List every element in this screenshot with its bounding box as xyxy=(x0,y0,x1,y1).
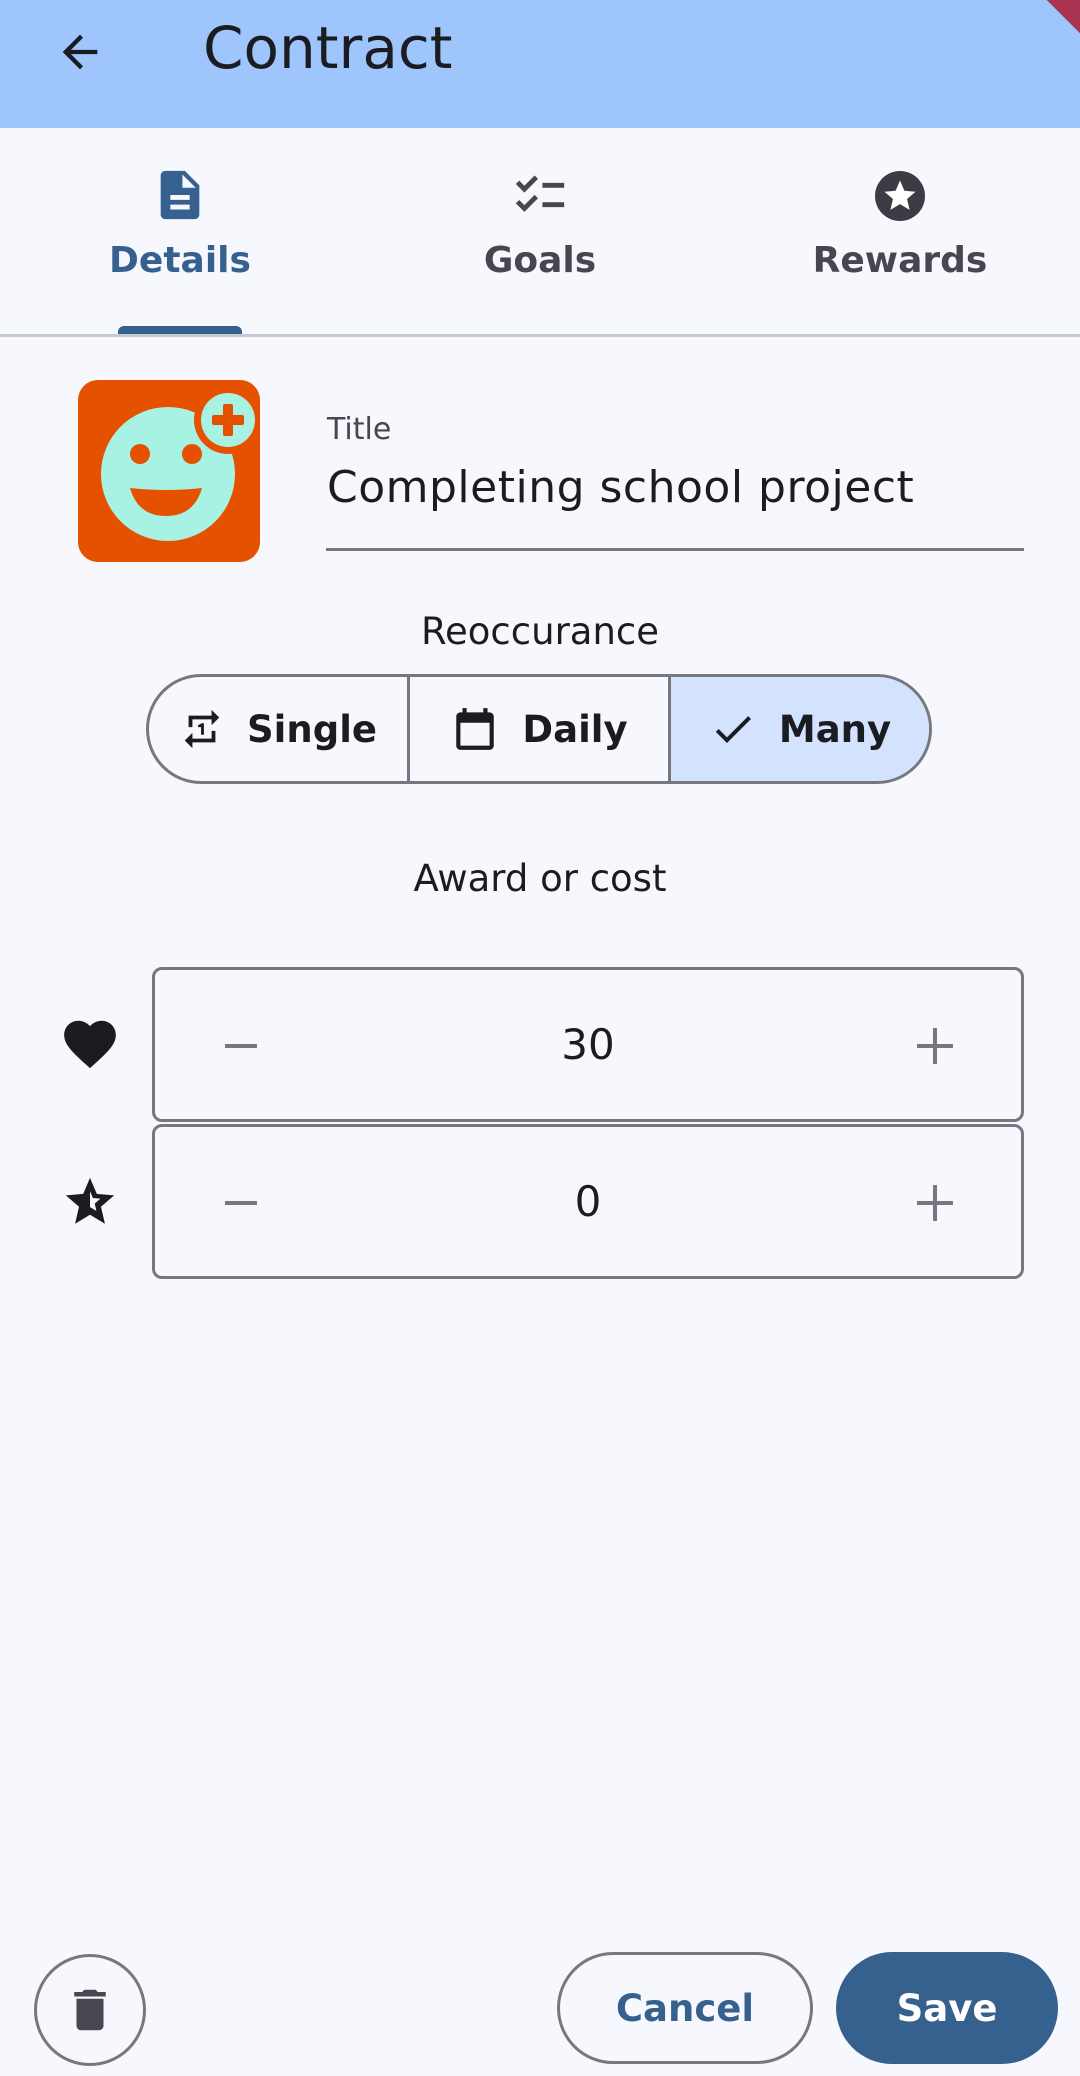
star-amount-stepper: 0 xyxy=(152,1124,1024,1279)
save-button[interactable]: Save xyxy=(836,1952,1058,2064)
cancel-button[interactable]: Cancel xyxy=(557,1952,813,2064)
repeat-one-icon xyxy=(184,709,220,749)
segment-label-single: Single xyxy=(247,707,377,751)
checklist-icon xyxy=(515,175,565,212)
plus-icon xyxy=(917,1028,953,1064)
calendar-icon xyxy=(456,708,495,750)
check-icon xyxy=(715,716,751,743)
trash-icon xyxy=(74,1989,106,2031)
segment-label-many: Many xyxy=(778,707,892,751)
app-bar: Contract xyxy=(0,0,1080,128)
segment-label-daily: Daily xyxy=(522,707,628,751)
title-field[interactable]: Title Completing school project xyxy=(326,400,1024,551)
reoccurance-daily-button[interactable]: Daily xyxy=(407,677,668,781)
reoccurance-single-button[interactable]: Single xyxy=(149,677,407,781)
page-title: Contract xyxy=(203,14,453,82)
heart-increment-button[interactable] xyxy=(899,1010,971,1082)
delete-button[interactable] xyxy=(34,1954,146,2066)
heart-amount-stepper: 30 xyxy=(152,967,1024,1122)
tab-label-goals: Goals xyxy=(483,240,597,281)
tab-label-rewards: Rewards xyxy=(812,240,988,281)
star-increment-button[interactable] xyxy=(899,1167,971,1239)
star-amount-value[interactable]: 0 xyxy=(305,1177,871,1226)
heart-amount-value[interactable]: 30 xyxy=(305,1020,871,1069)
heart-icon xyxy=(64,1020,116,1069)
debug-banner xyxy=(1011,0,1080,44)
tab-bar: Details Goals Rewards xyxy=(0,128,1080,337)
face-add-icon xyxy=(101,386,260,541)
minus-icon xyxy=(225,1201,257,1205)
back-button[interactable] xyxy=(40,12,120,92)
contract-avatar-button[interactable] xyxy=(78,380,260,562)
star-decrement-button[interactable] xyxy=(205,1167,277,1239)
tab-goals[interactable]: Goals xyxy=(360,128,720,334)
title-input[interactable]: Completing school project xyxy=(327,462,914,513)
reoccurance-label: Reoccurance xyxy=(420,610,660,653)
tab-details[interactable]: Details xyxy=(0,128,360,334)
title-field-label: Title xyxy=(327,412,392,447)
award-or-cost-label: Award or cost xyxy=(413,857,667,900)
description-icon xyxy=(160,170,200,220)
tab-label-details: Details xyxy=(109,240,251,281)
tab-rewards[interactable]: Rewards xyxy=(720,128,1080,334)
reoccurance-selector: Single Daily Many xyxy=(146,674,932,784)
tab-indicator xyxy=(118,326,242,334)
plus-icon xyxy=(917,1185,953,1221)
star-circle-icon xyxy=(875,171,925,221)
star-outline-icon xyxy=(65,1177,115,1224)
star-stepper-icon xyxy=(56,1168,124,1236)
minus-icon xyxy=(225,1044,257,1048)
heart-decrement-button[interactable] xyxy=(205,1010,277,1082)
heart-stepper-icon xyxy=(56,1010,124,1078)
reoccurance-many-button[interactable]: Many xyxy=(668,677,929,781)
arrow-back-icon xyxy=(62,34,98,70)
